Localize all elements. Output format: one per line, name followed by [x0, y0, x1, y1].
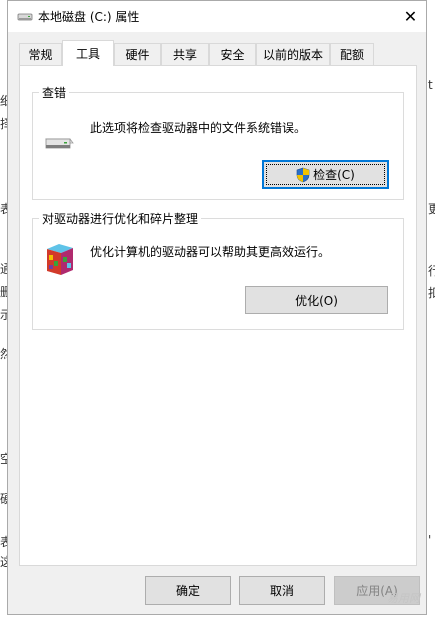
optimize-button[interactable]: 优化(O): [245, 286, 388, 314]
window-title: 本地磁盘 (C:) 属性: [38, 10, 140, 24]
drive-icon: [17, 11, 33, 23]
tab-security[interactable]: 安全: [209, 43, 256, 65]
defrag-icon: [43, 241, 77, 280]
title-bar[interactable]: 本地磁盘 (C:) 属性 ✕: [8, 1, 426, 32]
tab-label: 工具: [75, 47, 100, 61]
tab-sharing[interactable]: 共享: [161, 43, 209, 65]
tools-tab-panel: 查错 此选项将检查驱动器中的文件系统错误。 检查(C) 对驱动器进行优化和碎片整…: [19, 65, 417, 566]
tab-label: 硬件: [125, 48, 150, 62]
group-title: 对驱动器进行优化和碎片整理: [39, 210, 202, 227]
background-text-fragment: 更: [428, 202, 435, 216]
cancel-button-label: 取消: [269, 584, 294, 598]
ok-button-label: 确定: [175, 584, 200, 598]
tab-label: 配额: [339, 48, 364, 62]
tab-previous-versions[interactable]: 以前的版本: [256, 43, 330, 65]
ok-button[interactable]: 确定: [145, 576, 231, 605]
tab-tools[interactable]: 工具: [62, 40, 114, 66]
focus-rectangle: [266, 164, 385, 185]
close-button[interactable]: ✕: [395, 1, 426, 32]
tab-hardware[interactable]: 硬件: [114, 43, 161, 65]
cancel-button[interactable]: 取消: [239, 576, 325, 605]
optimize-button-label: 优化(O): [295, 293, 338, 308]
tab-general[interactable]: 常规: [19, 43, 62, 65]
group-title: 查错: [39, 84, 70, 101]
watermark-logo: 易用网: [387, 592, 420, 605]
tab-label: 以前的版本: [262, 48, 323, 62]
tab-label: 共享: [172, 48, 197, 62]
background-text-fragment: ': [428, 533, 432, 547]
background-text-fragment: 行: [428, 264, 435, 278]
check-button[interactable]: 检查(C): [262, 160, 389, 189]
error-checking-group: 查错 此选项将检查驱动器中的文件系统错误。 检查(C): [32, 84, 404, 200]
drive-icon: [43, 131, 75, 156]
background-text-fragment: t: [428, 78, 433, 92]
tab-quota[interactable]: 配额: [330, 43, 374, 65]
tab-label: 安全: [220, 48, 245, 62]
properties-dialog: 本地磁盘 (C:) 属性 ✕ 常规 工具 硬件 共享 安全 以前的版本 配额 查…: [7, 0, 427, 615]
error-check-description: 此选项将检查驱动器中的文件系统错误。: [90, 121, 307, 135]
close-icon: ✕: [403, 7, 418, 26]
background-text-fragment: 扣: [428, 286, 435, 300]
optimize-description: 优化计算机的驱动器可以帮助其更高效运行。: [90, 245, 331, 259]
tab-label: 常规: [28, 48, 53, 62]
optimize-group: 对驱动器进行优化和碎片整理 优化计算机的驱动器可以帮助其更高效运行。 优化(O): [32, 210, 404, 330]
